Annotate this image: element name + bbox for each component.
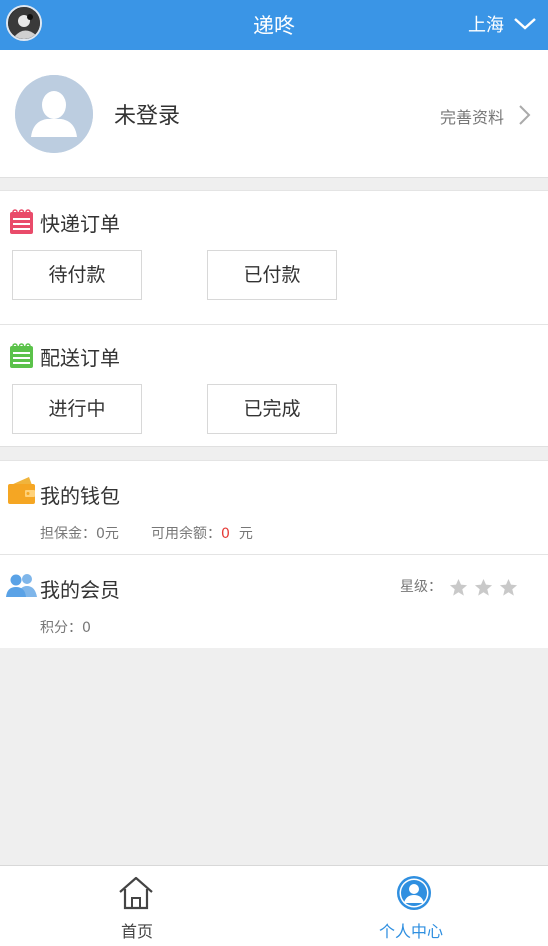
avatar[interactable] (15, 75, 93, 153)
delivery-orders-title: 配送订单 (40, 346, 120, 370)
pending-payment-button[interactable]: 待付款 (12, 250, 142, 300)
star-level-label: 星级： (400, 579, 442, 595)
completed-button[interactable]: 已完成 (207, 384, 337, 434)
tab-profile[interactable]: 个人中心 (274, 866, 548, 946)
page-title: 递咚 (253, 14, 295, 38)
wallet-icon (8, 477, 35, 504)
deposit-value: 0元 (96, 526, 119, 542)
express-orders-title: 快递订单 (40, 212, 120, 236)
divider (0, 554, 548, 555)
home-icon (119, 876, 153, 910)
orders-section: 快递订单 待付款 已付款 配送订单 进行中 已完成 (0, 190, 548, 447)
profile-card[interactable]: 未登录 完善资料 (0, 50, 548, 178)
paid-button[interactable]: 已付款 (207, 250, 337, 300)
city-selector-label[interactable]: 上海 (468, 11, 504, 37)
divider (0, 324, 548, 325)
tab-home[interactable]: 首页 (0, 866, 274, 946)
users-icon (6, 574, 37, 597)
points-info: 积分：0 (40, 617, 91, 637)
login-status[interactable]: 未登录 (114, 98, 180, 130)
top-bar: 递咚 上海 (0, 0, 548, 50)
bottom-tab-bar: 首页 个人中心 (0, 865, 548, 946)
notepad-icon (10, 343, 33, 368)
account-section: 我的钱包 担保金：0元 可用余额：0 元 我的会员 星级： 积分：0 (0, 460, 548, 648)
tab-profile-label: 个人中心 (378, 922, 443, 941)
points-label: 积分： (40, 620, 82, 636)
balance-label: 可用余额： (151, 526, 221, 542)
balance-unit: 元 (238, 526, 253, 542)
star-icon (499, 578, 518, 596)
notepad-icon (10, 209, 33, 234)
membership-title[interactable]: 我的会员 (40, 574, 120, 603)
chevron-down-icon[interactable] (512, 16, 538, 32)
tab-home-label: 首页 (120, 922, 153, 941)
wallet-title[interactable]: 我的钱包 (40, 480, 120, 509)
user-circle-icon (397, 876, 431, 910)
in-progress-button[interactable]: 进行中 (12, 384, 142, 434)
deposit-info: 担保金：0元 (40, 523, 119, 543)
deposit-label: 担保金： (40, 526, 96, 542)
complete-profile-link[interactable]: 完善资料 (440, 104, 504, 128)
star-icon (449, 578, 468, 596)
points-value: 0 (82, 620, 91, 636)
balance-value: 0 (221, 526, 230, 542)
star-icon (474, 578, 493, 596)
chevron-right-icon[interactable] (517, 104, 531, 126)
star-rating (449, 578, 518, 597)
balance-info: 可用余额：0 元 (151, 523, 253, 543)
